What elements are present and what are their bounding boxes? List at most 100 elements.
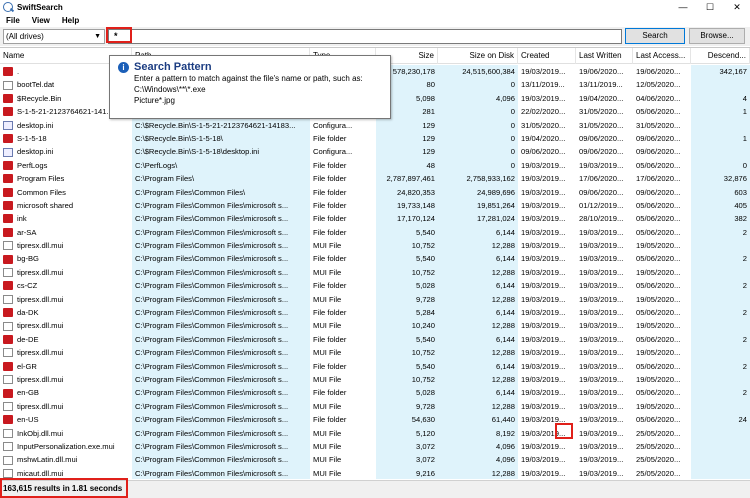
row-name-label: tipresx.dll.mui: [17, 294, 64, 304]
cell-name: da-DK: [0, 306, 132, 319]
cell-size-on-disk: 6,144: [438, 225, 518, 240]
cell-last-access: 05/06/2020...: [636, 415, 681, 425]
browse-button[interactable]: Browse...: [689, 28, 745, 44]
file-icon: [3, 401, 13, 411]
cell-path: C:\Program Files\Common Files\microsoft …: [132, 372, 310, 387]
cell-name: en-US: [0, 413, 132, 426]
table-row[interactable]: en-GB C:\Program Files\Common Files\micro…: [0, 386, 750, 400]
cell-path: C:\Program Files\Common Files\microsoft …: [132, 426, 310, 440]
maximize-button[interactable]: ☐: [697, 0, 723, 14]
table-row[interactable]: bg-BG C:\Program Files\Common Files\micro…: [0, 252, 750, 266]
tooltip-line: Enter a pattern to match against the fil…: [134, 74, 363, 83]
table-row[interactable]: desktop.ini C:\$Recycle.Bin\S-1-5-21-2123…: [0, 118, 750, 132]
cell-last-access: 25/05/2020...: [636, 468, 681, 478]
table-row[interactable]: ink C:\Program Files\Common Files\microso…: [0, 212, 750, 226]
table-row[interactable]: ar-SA C:\Program Files\Common Files\micro…: [0, 225, 750, 240]
search-input[interactable]: *: [108, 29, 622, 44]
cell-path: C:\$Recycle.Bin\S-1-5-18\: [132, 131, 310, 146]
cell-path: C:\Program Files\Common Files\microsoft …: [132, 306, 310, 320]
file-icon: [3, 442, 13, 452]
table-row[interactable]: tipresx.dll.mui C:\Program Files\Common F…: [0, 319, 750, 333]
menu-help[interactable]: Help: [62, 16, 79, 25]
table-row[interactable]: tipresx.dll.mui C:\Program Files\Common F…: [0, 399, 750, 414]
table-row[interactable]: da-DK C:\Program Files\Common Files\micro…: [0, 306, 750, 320]
table-row[interactable]: cs-CZ C:\Program Files\Common Files\micro…: [0, 279, 750, 293]
cell-size: 10,752: [376, 372, 438, 387]
column-header-size-on-disk[interactable]: Size on Disk: [438, 48, 518, 64]
table-row[interactable]: PerfLogs C:\PerfLogs\ File folder 48 0 19/03/…: [0, 158, 750, 173]
table-row[interactable]: Program Files C:\Program Files\ File folde…: [0, 172, 750, 186]
cell-type: MUI File: [313, 294, 342, 304]
table-row[interactable]: InkObj.dll.mui C:\Program Files\Common Fi…: [0, 426, 750, 440]
table-row[interactable]: Common Files C:\Program Files\Common File…: [0, 185, 750, 199]
minimize-button[interactable]: —: [670, 0, 696, 14]
cell-type: MUI File: [313, 428, 342, 438]
folder-icon: [3, 107, 13, 117]
drive-select[interactable]: (All drives) ▼: [3, 29, 105, 44]
cell-type: MUI File: [313, 374, 342, 384]
table-row[interactable]: tipresx.dll.mui C:\Program Files\Common F…: [0, 265, 750, 280]
cell-last-access: 05/06/2020...: [636, 388, 681, 398]
cell-descendants: [691, 426, 750, 440]
table-row[interactable]: en-US C:\Program Files\Common Files\micro…: [0, 413, 750, 427]
table-row[interactable]: tipresx.dll.mui C:\Program Files\Common F…: [0, 372, 750, 387]
column-header-last-access[interactable]: Last Access...: [633, 48, 691, 64]
cell-size-on-disk: 0: [438, 105, 518, 119]
column-header-descendants[interactable]: Descend...: [691, 48, 750, 64]
row-name-label: S-1-5-18: [17, 133, 47, 143]
menu-file[interactable]: File: [6, 16, 20, 25]
column-header-created[interactable]: Created: [518, 48, 576, 64]
table-row[interactable]: S-1-5-18 C:\$Recycle.Bin\S-1-5-18\ File fo…: [0, 131, 750, 146]
cell-descendants: [691, 399, 750, 414]
cell-size: 48: [376, 158, 438, 173]
cell-name: cs-CZ: [0, 279, 132, 292]
cell-last-access: 05/06/2020...: [636, 281, 681, 291]
table-row[interactable]: desktop.ini C:\$Recycle.Bin\S-1-5-18\desk…: [0, 145, 750, 159]
table-row[interactable]: el-GR C:\Program Files\Common Files\micro…: [0, 359, 750, 373]
cell-created: 19/03/2019...: [521, 348, 566, 358]
cell-descendants: 24: [691, 413, 750, 427]
row-name-label: bootTel.dat: [17, 80, 55, 90]
folder-icon: [3, 201, 13, 211]
close-button[interactable]: ✕: [724, 0, 750, 14]
cell-size: 3,072: [376, 439, 438, 454]
cell-last-written: 19/03/2019...: [579, 281, 624, 291]
cell-size: 5,540: [376, 252, 438, 266]
table-row[interactable]: mshwLatin.dll.mui C:\Program Files\Common…: [0, 453, 750, 467]
cell-last-access: 19/06/2020...: [636, 67, 681, 76]
row-name-label: tipresx.dll.mui: [17, 241, 64, 251]
cell-type: File folder: [313, 415, 347, 425]
file-icon: [3, 468, 13, 478]
row-name-label: de-DE: [17, 334, 39, 344]
cell-created: 19/03/2019...: [521, 388, 566, 398]
cell-last-access: 19/05/2020...: [636, 267, 681, 277]
search-button[interactable]: Search: [625, 28, 685, 44]
table-row[interactable]: micaut.dll.mui C:\Program Files\Common Fi…: [0, 466, 750, 479]
table-row[interactable]: de-DE C:\Program Files\Common Files\micro…: [0, 332, 750, 347]
cell-created: 19/03/2019...: [521, 455, 566, 465]
cell-size-on-disk: 17,281,024: [438, 212, 518, 226]
row-name-label: desktop.ini: [17, 120, 54, 130]
cell-last-access: 05/06/2020...: [636, 361, 681, 371]
column-header-last-written[interactable]: Last Written: [576, 48, 633, 64]
cell-last-written: 09/06/2020...: [579, 133, 624, 143]
cell-created: 19/03/2019...: [521, 200, 566, 210]
row-name-label: .: [17, 67, 20, 76]
cell-size-on-disk: 12,288: [438, 466, 518, 479]
table-row[interactable]: microsoft shared C:\Program Files\Common …: [0, 198, 750, 213]
cell-descendants: 382: [691, 212, 750, 226]
table-row[interactable]: tipresx.dll.mui C:\Program Files\Common F…: [0, 346, 750, 360]
cell-type: Configura...: [313, 147, 353, 157]
cell-name: InputPersonalization.exe.mui: [0, 440, 132, 453]
table-row[interactable]: tipresx.dll.mui C:\Program Files\Common F…: [0, 292, 750, 307]
table-row[interactable]: InputPersonalization.exe.mui C:\Program F…: [0, 439, 750, 454]
cell-last-access: 05/06/2020...: [636, 227, 681, 237]
cell-size-on-disk: 0: [438, 78, 518, 92]
file-icon: [3, 455, 13, 465]
table-row[interactable]: tipresx.dll.mui C:\Program Files\Common F…: [0, 239, 750, 253]
cell-last-access: 05/06/2020...: [636, 214, 681, 224]
cell-last-written: 19/04/2020...: [579, 93, 624, 103]
status-bar: 163,615 results in 1.81 seconds: [0, 480, 750, 498]
cell-last-written: 19/03/2019...: [579, 160, 624, 170]
menu-view[interactable]: View: [32, 16, 50, 25]
